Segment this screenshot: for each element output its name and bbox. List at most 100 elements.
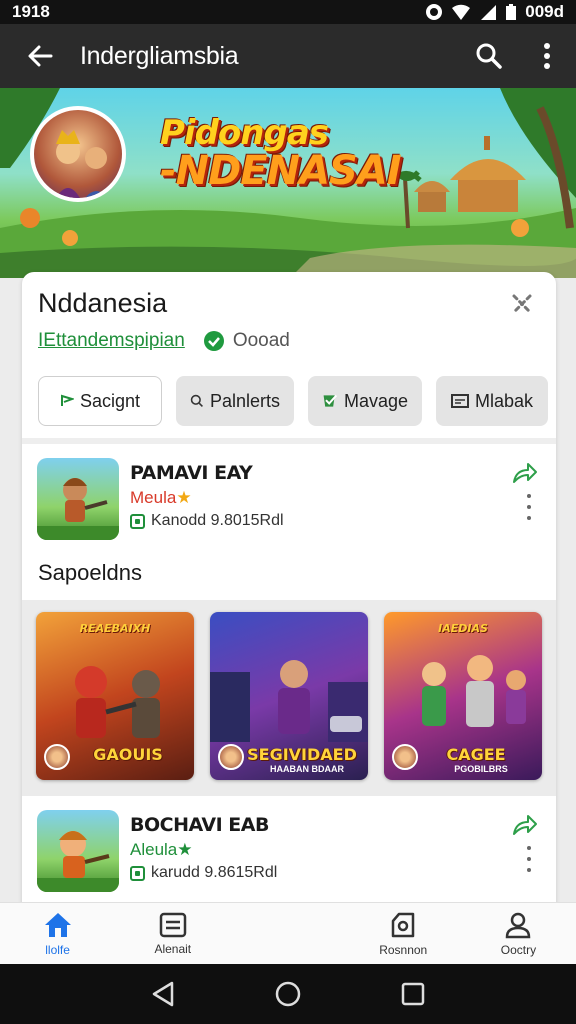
tile-top-text: REAEBAIXH — [79, 622, 151, 635]
rating-indicator: Oooad — [203, 330, 290, 352]
chip-label: Sacignt — [79, 390, 141, 411]
card-subtitle: IEttandemspipian Oooad — [38, 330, 290, 352]
banner-avatar — [30, 106, 126, 202]
nav-item-camera[interactable]: Rosnnon — [346, 903, 461, 964]
status-icons: 009d — [425, 2, 564, 22]
check-shield-icon — [323, 394, 338, 407]
flag-icon — [60, 394, 74, 406]
share-button[interactable] — [510, 810, 540, 840]
featured-grid: REAEBAIXH GAOUIS SEGIVIDAED HAABAN BDAAR… — [22, 600, 556, 796]
developer-link[interactable]: IEttandemspipian — [38, 330, 185, 352]
shield-icon — [130, 513, 145, 529]
square-recents-icon — [402, 982, 425, 1006]
chip-label: Mlabak — [474, 390, 534, 411]
system-navigation — [0, 964, 576, 1024]
triangle-back-icon — [152, 981, 173, 1007]
system-recents-button[interactable] — [393, 974, 433, 1014]
card-header: Nddanesia IEttandemspipian Oooad Sacignt… — [22, 272, 556, 438]
camera-icon — [391, 912, 415, 937]
search-button[interactable] — [460, 24, 518, 88]
share-button[interactable] — [510, 458, 540, 488]
back-button[interactable] — [0, 24, 80, 88]
tile-sub: PGOBILBRS — [454, 764, 508, 774]
game-character-icon — [37, 478, 119, 540]
nav-label: Rosnnon — [379, 942, 428, 957]
app-tag-text: Aleula — [130, 840, 178, 859]
bottom-navigation: llolfe Alenait Rosnnon Ooctry — [0, 902, 576, 964]
search-icon — [190, 394, 203, 407]
characters-illustration — [56, 130, 109, 198]
app-icon — [37, 458, 119, 540]
app-icon — [37, 810, 119, 892]
nav-label: llolfe — [45, 942, 70, 957]
battery-text: 009d — [525, 2, 564, 21]
search-icon — [476, 43, 502, 69]
app-meta-text: Kanodd 9.8015Rdl — [151, 512, 284, 529]
section-title: Sapoeldns — [38, 560, 142, 585]
hero-banner: Pidongas -NDENASAI — [0, 88, 576, 278]
star-icon: ★ — [176, 488, 192, 507]
system-home-button[interactable] — [268, 974, 308, 1014]
nav-item-profile[interactable]: Ooctry — [461, 903, 576, 964]
notification-icon — [426, 4, 443, 20]
arrow-left-icon — [28, 45, 53, 67]
card-title: Nddanesia — [38, 288, 168, 318]
nav-label: Alenait — [154, 941, 192, 956]
game-tile[interactable]: SEGIVIDAED HAABAN BDAAR — [210, 612, 368, 780]
share-icon — [513, 463, 537, 483]
tile-label: SEGIVIDAED — [247, 745, 357, 764]
tile-top-text: IAEDIAS — [438, 622, 488, 635]
nav-item-list[interactable]: Alenait — [115, 903, 230, 964]
list-icon — [159, 912, 187, 937]
banner-title-line2: -NDENASAI — [160, 148, 402, 194]
chip-label: Palnlerts — [209, 390, 280, 411]
close-button[interactable] — [506, 288, 538, 320]
app-list-item[interactable]: PAMAVI EAY Meula★ Kanodd 9.8015Rdl — [22, 444, 556, 546]
circle-home-icon — [275, 981, 301, 1007]
more-vert-icon — [544, 43, 550, 69]
more-options-button[interactable] — [518, 24, 576, 88]
action-chips: Sacignt Palnlerts Mavage Mlabak — [38, 376, 548, 426]
status-bar: 1918 009d — [0, 0, 576, 24]
home-icon — [44, 912, 71, 937]
chip-mlabak[interactable]: Mlabak — [436, 376, 548, 426]
game-tile[interactable]: REAEBAIXH GAOUIS — [36, 612, 194, 780]
rating-label: Oooad — [232, 330, 290, 351]
system-back-button[interactable] — [143, 974, 183, 1014]
person-icon — [506, 912, 531, 938]
game-character-icon — [37, 831, 119, 892]
battery-icon — [506, 4, 517, 20]
app-tag: Aleula★ — [130, 840, 193, 860]
more-vert-icon[interactable] — [522, 846, 536, 872]
banner-title-line1: Pidongas — [160, 113, 329, 153]
card-icon — [450, 394, 469, 408]
chip-mavage[interactable]: Mavage — [308, 376, 422, 426]
app-tag: Meula★ — [130, 488, 192, 508]
tile-label: GAOUIS — [93, 745, 163, 764]
signal-icon — [481, 5, 497, 20]
page-title: Indergliamsbia — [80, 41, 239, 70]
app-meta: Kanodd 9.8015Rdl — [130, 512, 284, 530]
app-name: BOCHAVI EAB — [130, 814, 269, 836]
chip-palnlerts[interactable]: Palnlerts — [176, 376, 294, 426]
shield-icon — [130, 865, 145, 881]
check-circle-icon — [203, 331, 224, 351]
app-list-item[interactable]: BOCHAVI EAB Aleula★ karudd 9.8615Rdl — [22, 796, 556, 898]
more-vert-icon[interactable] — [522, 494, 536, 520]
star-icon: ★ — [177, 840, 193, 859]
share-icon — [513, 815, 537, 835]
nav-label: Ooctry — [500, 942, 537, 957]
app-detail-card: Nddanesia IEttandemspipian Oooad Sacignt… — [22, 272, 556, 912]
app-tag-text: Meula — [130, 488, 177, 507]
chip-sacignt[interactable]: Sacignt — [38, 376, 162, 426]
close-icon — [512, 294, 532, 314]
game-tile[interactable]: IAEDIAS CAGEE PGOBILBRS — [384, 612, 542, 780]
wifi-icon — [452, 4, 471, 20]
nav-item-home[interactable]: llolfe — [0, 903, 115, 964]
tile-sub: HAABAN BDAAR — [270, 764, 344, 774]
chip-label: Mavage — [343, 390, 408, 411]
status-time: 1918 — [12, 2, 50, 21]
app-bar: Indergliamsbia — [0, 24, 576, 88]
tile-label: CAGEE — [446, 745, 506, 764]
